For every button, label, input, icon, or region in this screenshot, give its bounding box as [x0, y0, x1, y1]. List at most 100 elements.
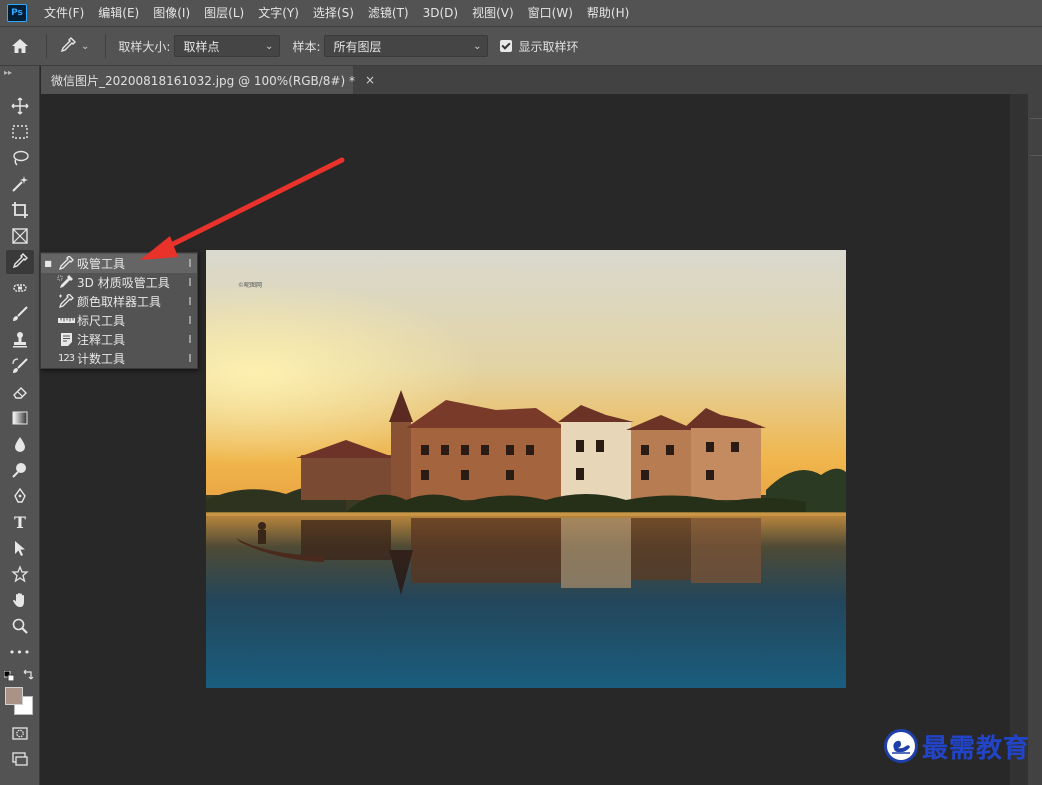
bandage-icon — [13, 284, 27, 292]
hand-icon — [13, 593, 24, 607]
path-selection-tool[interactable] — [6, 536, 34, 560]
vertical-scrollbar[interactable] — [1010, 94, 1028, 785]
healing-brush-tool[interactable] — [6, 276, 34, 300]
menu-edit[interactable]: 编辑(E) — [91, 0, 146, 26]
frame-icon — [12, 228, 28, 244]
swap-colors-icon[interactable] — [22, 669, 34, 681]
document-tab[interactable]: 微信图片_20200818161032.jpg @ 100%(RGB/8#) *… — [41, 66, 375, 94]
gradient-tool[interactable] — [6, 406, 34, 430]
move-icon — [11, 97, 29, 115]
menu-help[interactable]: 帮助(H) — [580, 0, 636, 26]
history-brush-tool[interactable] — [6, 354, 34, 378]
brush-tool[interactable] — [6, 302, 34, 326]
default-colors-icon[interactable] — [3, 670, 15, 682]
right-panel-dock — [1028, 94, 1042, 785]
tools-panel: ▸▸ T ••• — [0, 66, 40, 785]
flyout-item-eyedropper[interactable]: ■ 吸管工具 I — [41, 254, 197, 273]
menu-window[interactable]: 窗口(W) — [521, 0, 580, 26]
foreground-color-swatch[interactable] — [5, 687, 23, 705]
panel-collapse-tab[interactable] — [1030, 118, 1042, 156]
screen-mode-icon — [12, 752, 28, 766]
flyout-item-ruler[interactable]: 标尺工具 I — [41, 311, 197, 330]
document-tab-title: 微信图片_20200818161032.jpg @ 100%(RGB/8#) * — [51, 73, 355, 88]
flyout-item-note[interactable]: 注释工具 I — [41, 330, 197, 349]
move-tool[interactable] — [6, 94, 34, 118]
quick-mask-button[interactable] — [6, 721, 34, 745]
flyout-item-label: 颜色取样器工具 — [77, 295, 162, 309]
menu-file[interactable]: 文件(F) — [37, 0, 91, 26]
show-sampling-ring-label[interactable]: 显示取样环 — [518, 38, 578, 55]
chevron-down-icon: ⌄ — [265, 40, 274, 52]
flyout-item-label: 注释工具 — [77, 333, 126, 347]
pen-tool[interactable] — [6, 484, 34, 508]
sample-select[interactable]: 所有图层 ⌄ — [324, 35, 489, 57]
eyedropper-tool[interactable] — [6, 250, 34, 274]
eyedropper-icon — [55, 256, 77, 272]
lasso-icon — [13, 150, 29, 166]
options-bar: ⌄ 取样大小: 取样点 ⌄ 样本: 所有图层 ⌄ 显示取样环 — [0, 26, 1042, 66]
flyout-item-label: 计数工具 — [77, 352, 126, 366]
marquee-tool[interactable] — [6, 120, 34, 144]
magic-wand-tool[interactable] — [6, 172, 34, 196]
zoom-tool[interactable] — [6, 614, 34, 638]
flyout-item-label: 吸管工具 — [77, 257, 126, 271]
sample-size-select[interactable]: 取样点 ⌄ — [174, 35, 281, 57]
swan-logo-icon — [884, 729, 918, 763]
sample-size-value: 取样点 — [183, 39, 220, 54]
menu-filter[interactable]: 滤镜(T) — [361, 0, 416, 26]
shortcut-key: I — [188, 314, 192, 327]
count-icon: 123 — [55, 351, 77, 367]
edit-toolbar-button[interactable]: ••• — [6, 640, 34, 664]
count-icon-text: 123 — [57, 353, 75, 364]
tool-preset-picker[interactable]: ⌄ — [59, 37, 89, 55]
menu-layer[interactable]: 图层(L) — [197, 0, 251, 26]
divider — [105, 34, 107, 58]
color-sampler-icon — [55, 294, 77, 310]
education-logo-text: 最需教育 — [922, 733, 1031, 764]
document-tab-strip: 微信图片_20200818161032.jpg @ 100%(RGB/8#) *… — [41, 66, 1042, 94]
3d-material-eyedropper-icon — [55, 275, 77, 291]
shortcut-key: I — [188, 295, 192, 308]
more-tools-icon: ••• — [8, 645, 32, 659]
droplet-icon — [15, 437, 25, 452]
frame-tool[interactable] — [6, 224, 34, 248]
close-icon[interactable]: × — [365, 73, 375, 87]
sample-size-label: 取样大小: — [118, 39, 171, 54]
show-sampling-ring-checkbox[interactable] — [500, 40, 513, 52]
hand-tool[interactable] — [6, 588, 34, 612]
dodge-tool[interactable] — [6, 458, 34, 482]
shortcut-key: I — [188, 352, 192, 365]
eraser-tool[interactable] — [6, 380, 34, 404]
collapse-toolbar-icon[interactable]: ▸▸ — [4, 68, 12, 77]
gradient-icon — [12, 411, 28, 425]
rectangular-marquee-icon — [12, 125, 28, 139]
lakeside-villa-photo — [206, 250, 846, 688]
eraser-icon — [13, 387, 27, 399]
pen-icon — [14, 487, 26, 503]
menu-image[interactable]: 图像(I) — [146, 0, 197, 26]
type-tool[interactable]: T — [6, 510, 34, 534]
screen-mode-button[interactable] — [6, 747, 34, 771]
home-button[interactable] — [0, 26, 40, 66]
blur-tool[interactable] — [6, 432, 34, 456]
selected-indicator: ■ — [44, 259, 52, 268]
flyout-item-count[interactable]: 123 计数工具 I — [41, 349, 197, 368]
document-image[interactable]: ©昵图网 — [206, 250, 846, 688]
eyedropper-icon — [60, 37, 76, 53]
zoom-icon — [12, 618, 28, 634]
image-watermark-text: ©昵图网 — [238, 282, 263, 289]
menu-view[interactable]: 视图(V) — [465, 0, 521, 26]
clone-stamp-tool[interactable] — [6, 328, 34, 352]
path-selection-icon — [15, 541, 25, 556]
flyout-item-color-sampler[interactable]: 颜色取样器工具 I — [41, 292, 197, 311]
flyout-item-3d-material-eyedropper[interactable]: 3D 材质吸管工具 I — [41, 273, 197, 292]
lasso-tool[interactable] — [6, 146, 34, 170]
menu-3d[interactable]: 3D(D) — [416, 0, 465, 26]
quick-mask-icon — [12, 727, 28, 740]
menu-type[interactable]: 文字(Y) — [251, 0, 306, 26]
custom-shape-tool[interactable] — [6, 562, 34, 586]
crop-tool[interactable] — [6, 198, 34, 222]
menu-select[interactable]: 选择(S) — [306, 0, 361, 26]
photoshop-logo[interactable]: Ps — [7, 4, 27, 22]
education-logo-watermark: 最需教育 — [884, 727, 1030, 765]
